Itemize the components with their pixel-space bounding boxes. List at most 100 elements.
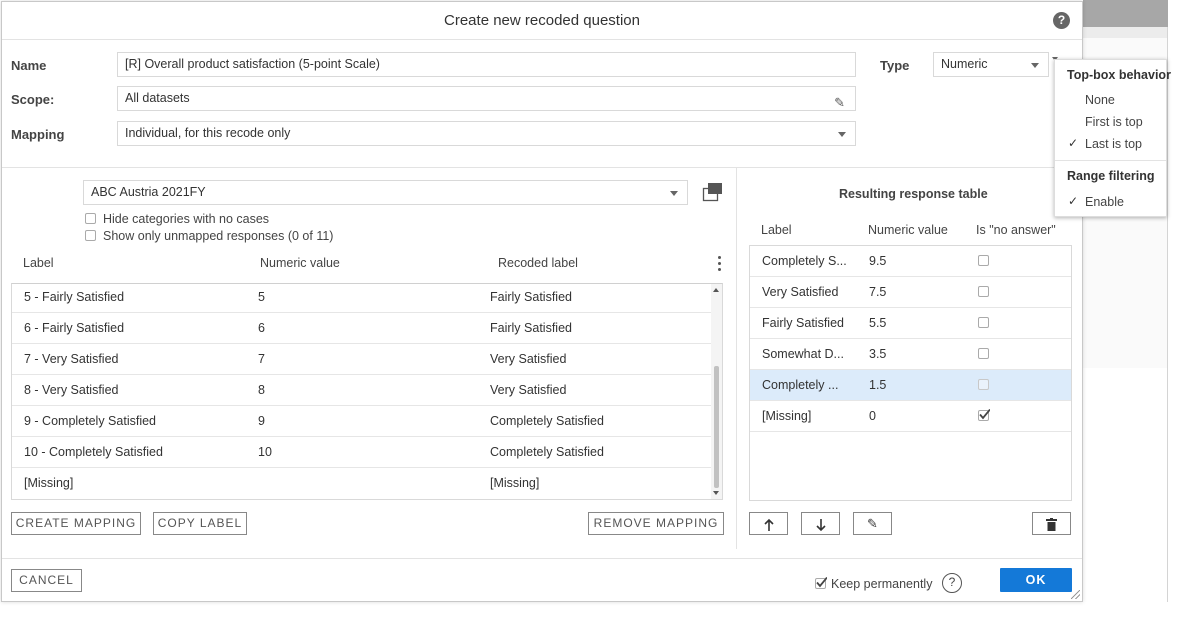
scope-label: Scope: xyxy=(11,92,55,107)
row-label: 8 - Very Satisfied xyxy=(24,383,119,397)
scroll-thumb[interactable] xyxy=(714,366,719,488)
ok-button[interactable]: OK xyxy=(1000,568,1072,592)
mapping-label: Mapping xyxy=(11,127,65,142)
more-options-icon[interactable] xyxy=(716,256,724,272)
response-value: 5.5 xyxy=(869,316,887,330)
trash-icon xyxy=(1046,518,1057,532)
no-answer-checkbox[interactable] xyxy=(978,255,989,266)
column-header-recoded-label[interactable]: Recoded label xyxy=(498,256,578,270)
response-row[interactable]: Fairly Satisfied 5.5 xyxy=(750,308,1071,339)
hide-empty-checkbox[interactable] xyxy=(85,213,96,224)
arrow-up-icon xyxy=(763,518,774,531)
table-row[interactable]: 8 - Very Satisfied 8 Very Satisfied xyxy=(12,375,712,406)
mapping-select[interactable]: Individual, for this recode only xyxy=(117,121,856,146)
chevron-down-icon xyxy=(670,191,678,196)
move-up-button[interactable] xyxy=(749,512,788,535)
show-unmapped-checkbox[interactable] xyxy=(85,230,96,241)
response-row[interactable]: [Missing] 0 xyxy=(750,401,1071,432)
scroll-down-icon[interactable] xyxy=(713,491,719,495)
response-row-selected[interactable]: Completely ... 1.5 xyxy=(750,370,1071,401)
response-label: Very Satisfied xyxy=(762,285,839,299)
dialog-header: Create new recoded question ? xyxy=(2,2,1082,40)
background-header xyxy=(1083,0,1168,27)
name-label: Name xyxy=(11,58,47,73)
response-row[interactable]: Completely S... 9.5 xyxy=(750,246,1071,277)
row-value: 10 xyxy=(258,445,272,459)
scope-value: All datasets xyxy=(125,91,190,105)
scope-field[interactable]: All datasets ✎ xyxy=(117,86,856,111)
edit-scope-pencil-icon[interactable]: ✎ xyxy=(834,91,845,110)
no-answer-checkbox[interactable] xyxy=(978,348,989,359)
table-row[interactable]: 5 - Fairly Satisfied 5 Fairly Satisfied xyxy=(12,284,712,313)
row-value: 8 xyxy=(258,383,265,397)
move-down-button[interactable] xyxy=(801,512,840,535)
table-row[interactable]: 6 - Fairly Satisfied 6 Fairly Satisfied xyxy=(12,313,712,344)
response-label: [Missing] xyxy=(762,409,812,423)
dataset-select[interactable]: ABC Austria 2021FY xyxy=(83,180,688,205)
response-label: Completely S... xyxy=(762,254,847,268)
recode-dialog: Create new recoded question ? Name [R] O… xyxy=(1,1,1083,602)
row-recoded: Fairly Satisfied xyxy=(490,321,572,335)
column-header-numeric-value[interactable]: Numeric value xyxy=(260,256,340,270)
row-recoded: Very Satisfied xyxy=(490,383,567,397)
response-row[interactable]: Very Satisfied 7.5 xyxy=(750,277,1071,308)
keep-help-icon[interactable]: ? xyxy=(942,573,962,593)
row-recoded: [Missing] xyxy=(490,476,540,490)
no-answer-checkbox-checked[interactable] xyxy=(978,409,990,421)
chevron-down-icon xyxy=(1031,63,1039,68)
response-row[interactable]: Somewhat D... 3.5 xyxy=(750,339,1071,370)
menu-divider xyxy=(1055,160,1166,161)
pencil-icon: ✎ xyxy=(867,516,878,531)
cancel-button[interactable]: CANCEL xyxy=(11,569,82,592)
keep-permanently-checkbox[interactable] xyxy=(815,577,827,589)
resize-grip-icon[interactable] xyxy=(1071,590,1080,599)
type-label: Type xyxy=(880,58,910,73)
type-select[interactable]: Numeric xyxy=(933,52,1049,77)
no-answer-checkbox[interactable] xyxy=(978,286,989,297)
row-label: 10 - Completely Satisfied xyxy=(24,445,163,459)
table-row[interactable]: 9 - Completely Satisfied 9 Completely Sa… xyxy=(12,406,712,437)
table-row[interactable]: 10 - Completely Satisfied 10 Completely … xyxy=(12,437,712,468)
create-mapping-button[interactable]: CREATE MAPPING xyxy=(11,512,141,535)
table-scrollbar[interactable] xyxy=(711,284,722,499)
section-divider xyxy=(2,167,1082,168)
help-icon[interactable]: ? xyxy=(1053,12,1070,29)
name-input[interactable]: [R] Overall product satisfaction (5-poin… xyxy=(117,52,856,77)
menu-item-last-is-top[interactable]: Last is top xyxy=(1085,137,1142,151)
row-label: 7 - Very Satisfied xyxy=(24,352,119,366)
menu-item-none[interactable]: None xyxy=(1085,93,1115,107)
show-unmapped-label: Show only unmapped responses (0 of 11) xyxy=(103,229,334,243)
checkmark-icon: ✓ xyxy=(1068,194,1079,208)
edit-row-button[interactable]: ✎ xyxy=(853,512,892,535)
table-row[interactable]: 7 - Very Satisfied 7 Very Satisfied xyxy=(12,344,712,375)
mapping-value: Individual, for this recode only xyxy=(125,126,291,140)
response-table-title: Resulting response table xyxy=(839,187,988,201)
keep-permanently-label: Keep permanently xyxy=(831,577,933,591)
response-value: 0 xyxy=(869,409,876,423)
dialog-title: Create new recoded question xyxy=(444,12,640,29)
row-value: 7 xyxy=(258,352,265,366)
chevron-down-icon xyxy=(838,132,846,137)
no-answer-checkbox[interactable] xyxy=(978,317,989,328)
type-options-menu: Top-box behavior None First is top ✓ Las… xyxy=(1054,59,1171,217)
column-header-label[interactable]: Label xyxy=(23,256,54,270)
table-row[interactable]: [Missing] [Missing] xyxy=(12,468,712,499)
footer-divider xyxy=(2,558,1082,559)
scroll-up-icon[interactable] xyxy=(713,288,719,292)
remove-mapping-button[interactable]: REMOVE MAPPING xyxy=(588,512,724,535)
copy-label-button[interactable]: COPY LABEL xyxy=(153,512,247,535)
menu-item-first-is-top[interactable]: First is top xyxy=(1085,115,1143,129)
menu-item-enable[interactable]: Enable xyxy=(1085,195,1124,209)
row-value: 6 xyxy=(258,321,265,335)
row-recoded: Completely Satisfied xyxy=(490,414,604,428)
row-label: 6 - Fairly Satisfied xyxy=(24,321,125,335)
no-answer-checkbox[interactable] xyxy=(978,379,989,390)
response-value: 7.5 xyxy=(869,285,887,299)
dataset-value: ABC Austria 2021FY xyxy=(91,185,206,199)
response-value: 9.5 xyxy=(869,254,887,268)
column-header-no-answer: Is "no answer" xyxy=(976,223,1056,237)
hide-empty-label: Hide categories with no cases xyxy=(103,212,270,226)
row-recoded: Very Satisfied xyxy=(490,352,567,366)
delete-row-button[interactable] xyxy=(1032,512,1071,535)
popout-window-icon[interactable] xyxy=(702,181,724,203)
